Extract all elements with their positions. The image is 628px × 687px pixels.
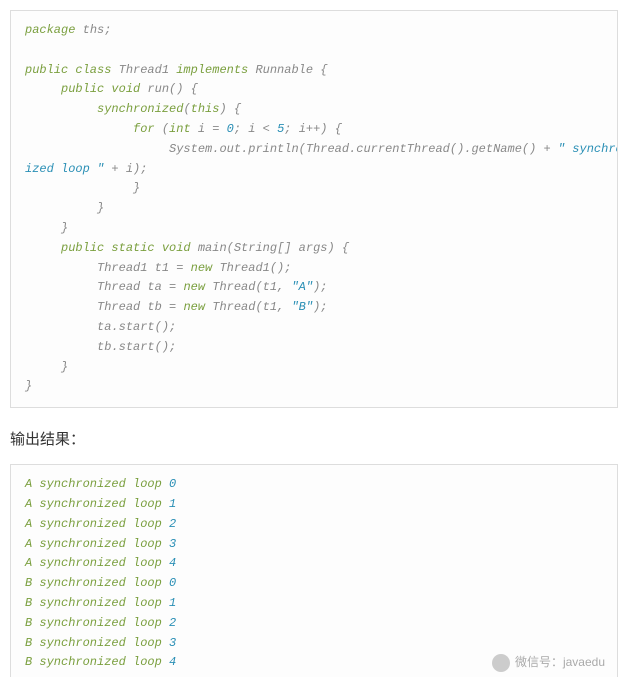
output-line: B synchronized loop 1 [25, 596, 176, 610]
code-text: Thread(t1, [205, 300, 291, 314]
code-text: Thread ta = [97, 280, 183, 294]
code-text: ths; [75, 23, 111, 37]
keyword: package [25, 23, 75, 37]
section-title: 输出结果： [10, 428, 618, 449]
keyword: for [133, 122, 155, 136]
code-text: Runnable { [248, 63, 327, 77]
keyword: implements [176, 63, 248, 77]
code-text: (String[] args) { [227, 241, 349, 255]
output-block: A synchronized loop 0 A synchronized loo… [10, 464, 618, 677]
string: "A" [291, 280, 313, 294]
code-text: Thread(t1, [205, 280, 291, 294]
code-text: i = [191, 122, 227, 136]
watermark-text: 微信号：javaedu [515, 653, 605, 673]
code-text: System.out.println(Thread.currentThread(… [169, 142, 558, 156]
output-line: A synchronized loop 1 [25, 497, 176, 511]
keyword: public void [61, 82, 140, 96]
wechat-icon [492, 654, 510, 672]
output-line: B synchronized loop 2 [25, 616, 176, 630]
code-block: package ths; public class Thread1 implem… [10, 10, 618, 408]
code-text: ) { [219, 102, 241, 116]
string: " synchron [558, 142, 618, 156]
code-text: ; i < [234, 122, 277, 136]
output-line: B synchronized loop 3 [25, 636, 176, 650]
keyword: synchronized [97, 102, 183, 116]
code-text: ; i++) { [284, 122, 342, 136]
code-text: ); [313, 280, 327, 294]
keyword: public class [25, 63, 111, 77]
code-text: ta.start(); [97, 320, 176, 334]
keyword: this [191, 102, 220, 116]
code-text: tb.start(); [97, 340, 176, 354]
code-text: Thread1(); [212, 261, 291, 275]
code-text: } [133, 181, 140, 195]
code-text: } [97, 201, 104, 215]
code-text: Thread1 [111, 63, 176, 77]
output-line: A synchronized loop 2 [25, 517, 176, 531]
number: 0 [227, 122, 234, 136]
keyword: new [183, 280, 205, 294]
code-text: ( [183, 102, 190, 116]
keyword: public static void [61, 241, 191, 255]
output-lines: A synchronized loop 0 A synchronized loo… [25, 475, 603, 673]
code-text: } [61, 360, 68, 374]
code-text: + i); [104, 162, 147, 176]
code-text: () { [169, 82, 198, 96]
string: ized loop " [25, 162, 104, 176]
output-line: A synchronized loop 3 [25, 537, 176, 551]
code-text: ); [313, 300, 327, 314]
output-line: B synchronized loop 0 [25, 576, 176, 590]
string: "B" [291, 300, 313, 314]
output-line: A synchronized loop 4 [25, 556, 176, 570]
code-text: run [140, 82, 169, 96]
keyword: new [183, 300, 205, 314]
code-text: main [191, 241, 227, 255]
keyword: new [191, 261, 213, 275]
code-text: } [61, 221, 68, 235]
code-text: } [25, 379, 32, 393]
code-text: Thread tb = [97, 300, 183, 314]
output-line: A synchronized loop 0 [25, 477, 176, 491]
watermark: 微信号：javaedu [492, 653, 605, 673]
code-text: ( [155, 122, 169, 136]
output-line: B synchronized loop 4 [25, 655, 176, 669]
keyword: int [169, 122, 191, 136]
code-text: Thread1 t1 = [97, 261, 191, 275]
